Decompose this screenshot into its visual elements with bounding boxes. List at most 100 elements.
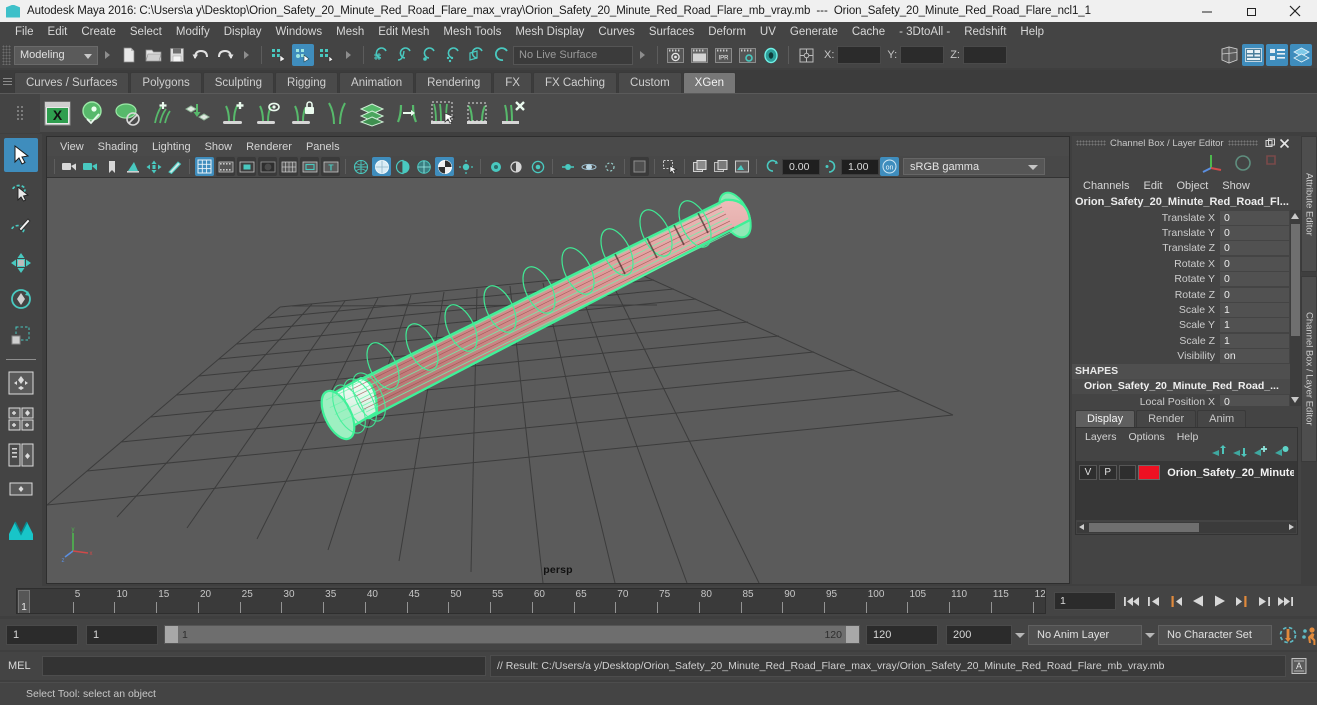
menu-redshift[interactable]: Redshift xyxy=(957,23,1013,41)
use-default-lighting-icon[interactable] xyxy=(456,157,475,176)
redo-icon[interactable] xyxy=(214,44,236,66)
shadows-icon[interactable] xyxy=(507,157,526,176)
single-perspective-layout[interactable] xyxy=(4,366,38,400)
le-menu-layers[interactable]: Layers xyxy=(1079,430,1123,444)
step-forward-keyframe-icon[interactable] xyxy=(1254,591,1273,611)
attr-value[interactable]: 0 xyxy=(1220,241,1289,256)
menu-deform[interactable]: Deform xyxy=(701,23,753,41)
channel-row-rotate-y[interactable]: Rotate Y 0 xyxy=(1072,272,1301,287)
attr-value[interactable]: 0 xyxy=(1220,226,1289,241)
menu-surfaces[interactable]: Surfaces xyxy=(642,23,701,41)
scroll-left-arrow-icon[interactable] xyxy=(1079,524,1084,530)
menu-display[interactable]: Display xyxy=(217,23,269,41)
menu-generate[interactable]: Generate xyxy=(783,23,845,41)
xgen-delete-guides-icon[interactable] xyxy=(496,97,529,130)
live-surface-field[interactable]: No Live Surface xyxy=(513,45,633,65)
viewport-menu-panels[interactable]: Panels xyxy=(299,140,347,154)
toolbar-collapse-1[interactable] xyxy=(103,46,112,64)
cb-menu-channels[interactable]: Channels xyxy=(1076,179,1136,193)
menu-cache[interactable]: Cache xyxy=(845,23,892,41)
attr-value[interactable]: 0 xyxy=(1220,287,1289,302)
menu-uv[interactable]: UV xyxy=(753,23,783,41)
snap-to-projected-center-icon[interactable] xyxy=(442,44,464,66)
xgen-add-groom-icon[interactable] xyxy=(216,97,249,130)
select-by-object-icon[interactable] xyxy=(292,44,314,66)
render-current-frame-icon[interactable] xyxy=(688,44,710,66)
menu-edit-mesh[interactable]: Edit Mesh xyxy=(371,23,436,41)
scale-tool[interactable] xyxy=(4,318,38,352)
show-manipulator-icon[interactable] xyxy=(795,44,817,66)
scroll-down-arrow-icon[interactable] xyxy=(1291,397,1299,403)
safe-action-icon[interactable] xyxy=(300,157,319,176)
shelf-options-grip[interactable] xyxy=(0,93,40,133)
coord-x-input[interactable] xyxy=(837,46,882,64)
xgen-preview-icon[interactable] xyxy=(76,97,109,130)
attr-value[interactable]: 0 xyxy=(1220,272,1289,287)
open-scene-icon[interactable] xyxy=(142,44,164,66)
save-scene-icon[interactable] xyxy=(166,44,188,66)
render-view-icon[interactable] xyxy=(664,44,686,66)
viewport-menu-lighting[interactable]: Lighting xyxy=(145,140,198,154)
channel-row-local-position-x[interactable]: Local Position X 0 xyxy=(1072,394,1301,406)
move-layer-up-icon[interactable] xyxy=(1211,444,1226,462)
attr-value[interactable]: 1 xyxy=(1220,318,1289,333)
menu-create[interactable]: Create xyxy=(74,23,123,41)
panel-close-icon[interactable] xyxy=(1279,138,1290,149)
persp-outliner-layout[interactable] xyxy=(4,438,38,472)
xgen-layer-icon[interactable] xyxy=(356,97,389,130)
anim-layer-dropdown-arrow[interactable] xyxy=(1012,625,1028,645)
xray-joints-icon[interactable] xyxy=(630,157,649,176)
gamma-value[interactable]: 1.00 xyxy=(841,158,879,175)
hypershade-icon[interactable] xyxy=(760,44,782,66)
toolbar-collapse-3[interactable] xyxy=(344,46,353,64)
menu-file[interactable]: File xyxy=(8,23,41,41)
step-forward-frame-icon[interactable] xyxy=(1232,591,1251,611)
menu-modify[interactable]: Modify xyxy=(169,23,217,41)
time-slider-track[interactable]: 1 5 10 15 20 25 30 35 40 45 50 55 60 65 70 75 80 85 90 95 1… xyxy=(16,588,1046,614)
step-back-keyframe-icon[interactable] xyxy=(1144,591,1163,611)
channel-row-rotate-x[interactable]: Rotate X 0 xyxy=(1072,256,1301,271)
cb-menu-edit[interactable]: Edit xyxy=(1136,179,1169,193)
layer-tab-display[interactable]: Display xyxy=(1075,410,1136,427)
step-back-frame-icon[interactable] xyxy=(1166,591,1185,611)
range-end-handle[interactable] xyxy=(846,626,859,643)
film-gate-icon[interactable] xyxy=(216,157,235,176)
xgen-part-guides-icon[interactable] xyxy=(321,97,354,130)
image-plane-icon[interactable] xyxy=(123,157,142,176)
channel-row-rotate-z[interactable]: Rotate Z 0 xyxy=(1072,287,1301,302)
shelf-tab-xgen[interactable]: XGen xyxy=(682,72,737,93)
attr-value[interactable]: 1 xyxy=(1220,303,1289,318)
snap-to-grid-icon[interactable] xyxy=(370,44,392,66)
xgen-export-patches-icon[interactable] xyxy=(181,97,214,130)
layer-color-swatch[interactable] xyxy=(1138,465,1161,480)
shelf-tab-curves-surfaces[interactable]: Curves / Surfaces xyxy=(14,72,130,93)
current-frame-field[interactable]: 1 xyxy=(1054,592,1116,610)
scrollbar-thumb[interactable] xyxy=(1291,224,1300,336)
side-tab-channel-box[interactable]: Channel Box / Layer Editor xyxy=(1301,276,1317,462)
channel-row-translate-z[interactable]: Translate Z 0 xyxy=(1072,241,1301,256)
motion-blur-icon[interactable] xyxy=(558,157,577,176)
safe-title-icon[interactable]: T xyxy=(321,157,340,176)
new-scene-icon[interactable] xyxy=(118,44,140,66)
shelf-tab-animation[interactable]: Animation xyxy=(339,72,415,93)
camera-attributes-icon[interactable] xyxy=(60,157,79,176)
tool-settings-icon[interactable] xyxy=(1266,44,1288,66)
attr-value[interactable]: 0 xyxy=(1220,256,1289,271)
cb-menu-show[interactable]: Show xyxy=(1215,179,1257,193)
create-layer-from-selected-icon[interactable] xyxy=(1274,444,1289,462)
channel-row-visibility[interactable]: Visibility on xyxy=(1072,349,1301,364)
side-tab-attribute-editor[interactable]: Attribute Editor xyxy=(1301,136,1317,272)
ambient-occlusion-icon[interactable] xyxy=(528,157,547,176)
select-tool[interactable] xyxy=(4,138,38,172)
smooth-shade-all-icon[interactable] xyxy=(372,157,391,176)
grease-pencil-icon[interactable] xyxy=(165,157,184,176)
maximize-button[interactable] xyxy=(1229,0,1273,22)
attr-value[interactable]: on xyxy=(1220,349,1289,364)
select-by-hierarchy-icon[interactable] xyxy=(268,44,290,66)
menu-mesh-display[interactable]: Mesh Display xyxy=(508,23,591,41)
xray-mode-icon[interactable] xyxy=(600,157,619,176)
field-chart-icon[interactable] xyxy=(279,157,298,176)
layer-playback-toggle[interactable]: P xyxy=(1098,465,1117,480)
channel-row-scale-z[interactable]: Scale Z 1 xyxy=(1072,333,1301,348)
xgen-clear-guides-icon[interactable] xyxy=(461,97,494,130)
